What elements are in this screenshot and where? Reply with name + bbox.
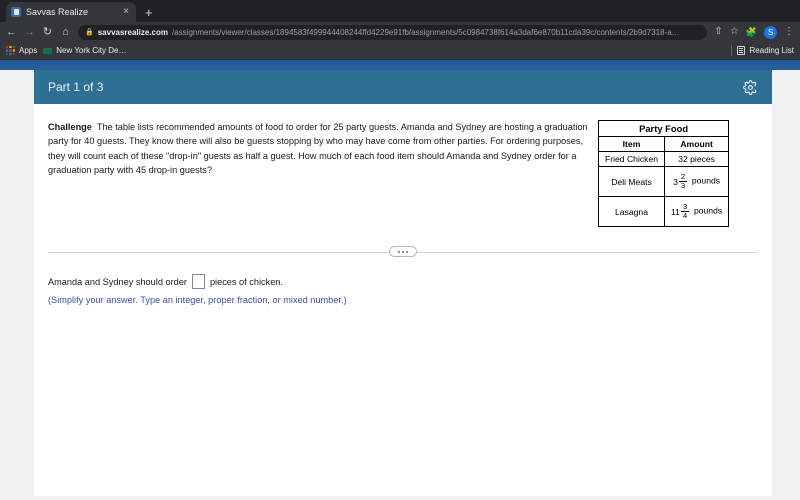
cell-amount: 11 3 4 pounds [664,196,730,227]
answer-line: Amanda and Sydney should order pieces of… [48,274,758,289]
table-title: Party Food [597,120,730,137]
reload-icon[interactable]: ↻ [42,26,53,38]
reading-list-icon [736,46,745,55]
divider [730,45,732,56]
cell-amount: 3 2 3 pounds [664,166,730,197]
fraction: 3 4 [680,202,690,220]
bookmark-favicon [43,47,53,54]
bookmark-item-label: New York City De… [56,46,127,55]
gear-icon[interactable] [743,79,758,95]
browser-tab-savvas-realize[interactable]: Savvas Realize × [6,2,136,22]
mixed-number: 11 3 4 [671,202,690,220]
denominator: 3 [678,181,688,190]
forward-icon[interactable]: → [24,26,35,38]
url-path: /assignments/viewer/classes/1894583f4999… [172,27,680,37]
bookmark-apps-label: Apps [19,46,38,55]
bookmark-apps[interactable]: Apps [6,46,37,55]
cell-item: Deli Meats [597,166,666,197]
unit: pounds [693,205,723,216]
tab-title: Savvas Realize [26,7,89,17]
question-area: Challenge The table lists recommended am… [34,104,772,227]
page-viewport: Part 1 of 3 Challenge The table lists re… [0,60,800,500]
lock-icon: 🔒 [85,29,94,36]
left-gutter [0,70,34,500]
question-body: The table lists recommended amounts of f… [48,122,588,175]
share-icon[interactable]: ⇧ [714,27,722,37]
home-icon[interactable]: ⌂ [60,26,71,38]
bookmark-star-icon[interactable]: ☆ [730,27,739,37]
divider-drag-handle[interactable] [389,246,417,257]
party-food-table-wrap: Party Food Item Amount Fried Chicken 32 … [597,120,730,227]
fraction: 2 3 [678,172,688,190]
answer-hint: (Simplify your answer. Type an integer, … [48,295,347,305]
table-row: Lasagna 11 3 4 pounds [597,196,730,227]
answer-prefix: Amanda and Sydney should order [48,276,187,287]
cell-item: Fried Chicken [597,151,666,167]
extensions-icon[interactable]: 🧩 [746,27,757,37]
back-icon[interactable]: ← [6,26,17,38]
apps-grid-icon [6,46,15,55]
part-label: Part 1 of 3 [48,80,104,94]
numerator: 2 [680,172,686,182]
section-divider [48,246,758,258]
cell-item: Lasagna [597,196,666,227]
mixed-number: 3 2 3 [673,172,688,190]
question-label: Challenge [48,122,92,132]
answer-suffix: pieces of chicken. [209,276,283,287]
bookmarks-bar: Apps New York City De… Reading List [0,42,800,60]
url-host: savvasrealize.com [97,27,168,37]
table-header-row: Item Amount [597,136,730,152]
browser-window: Savvas Realize × + ← → ↻ ⌂ 🔒 savvasreali… [0,0,800,500]
cell-amount: 32 pieces [664,151,730,167]
table-row: Fried Chicken 32 pieces [597,151,730,167]
answer-input[interactable] [191,274,205,289]
avatar[interactable]: S [764,25,777,39]
part-header: Part 1 of 3 [34,70,772,104]
app-top-strip [0,60,800,70]
browser-toolbar: ← → ↻ ⌂ 🔒 savvasrealize.com /assignments… [0,22,800,42]
party-food-table: Party Food Item Amount Fried Chicken 32 … [597,120,730,227]
table-title-row: Party Food [597,120,730,137]
new-tab-button[interactable]: + [145,6,153,19]
question-text: Challenge The table lists recommended am… [48,120,588,227]
numerator: 3 [682,202,688,212]
assignment-content: Part 1 of 3 Challenge The table lists re… [34,70,772,500]
column-header-item: Item [597,136,666,152]
bookmark-item-nyc[interactable]: New York City De… [43,46,126,55]
page-body: Part 1 of 3 Challenge The table lists re… [0,70,800,500]
menu-icon[interactable]: ⋮ [784,27,794,37]
close-icon[interactable]: × [121,6,131,18]
answer-area: Amanda and Sydney should order pieces of… [34,258,772,305]
address-bar[interactable]: 🔒 savvasrealize.com /assignments/viewer/… [78,24,708,40]
unit: pounds [691,175,721,186]
whole-part: 3 [673,176,678,187]
table-row: Deli Meats 3 2 3 pounds [597,166,730,197]
bottom-strip [0,496,800,500]
tab-strip: Savvas Realize × + [0,0,800,22]
right-gutter [772,70,800,500]
denominator: 4 [680,211,690,220]
savvas-favicon [11,7,21,17]
column-header-amount: Amount [664,136,730,152]
reading-list-label[interactable]: Reading List [750,46,794,55]
whole-part: 11 [671,206,680,217]
